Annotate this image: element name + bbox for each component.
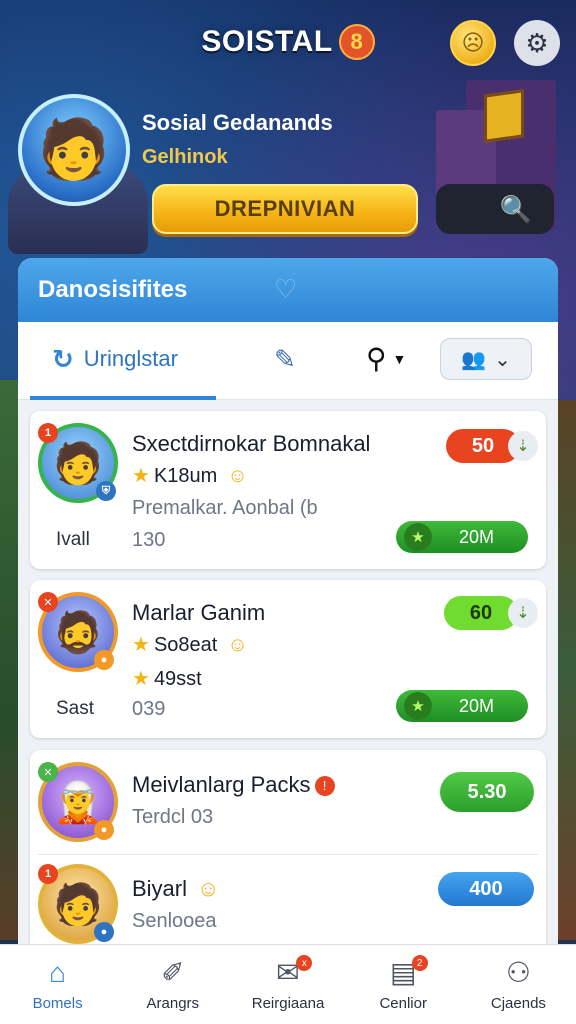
progress-bar[interactable]: ★ 20M	[396, 521, 528, 553]
smile-icon: ☺	[227, 465, 248, 487]
gear-icon[interactable]: ⚙	[514, 20, 560, 66]
notification-badge: 2	[411, 955, 428, 971]
item-number: 130	[132, 529, 166, 551]
badge-icon: ●	[94, 922, 114, 942]
nav-item-tags[interactable]: ✐ Arangrs	[115, 945, 230, 1024]
list-group: 🧝 ✕ ● Meivlanlarg Packs! Terdcl 03 5.30 …	[30, 750, 546, 958]
nav-item-messages[interactable]: ✉ x Reirgiaana	[230, 945, 345, 1024]
item-name[interactable]: Biyarl ☺	[132, 876, 219, 902]
item-stat-text: 49sst	[153, 668, 202, 690]
search-filter[interactable]: ⚲ ▼	[366, 342, 406, 375]
nav-item-home[interactable]: ⌂ Bomels	[0, 945, 115, 1024]
star-icon: ★	[132, 465, 150, 487]
item-label: Ivall	[56, 529, 90, 550]
search-button[interactable]: 🔍	[436, 184, 554, 234]
star-icon: ★	[132, 634, 150, 656]
arrow-icon: ⇣	[508, 431, 538, 461]
panel-header: Danosisifites ♡	[18, 258, 558, 322]
item-number: 039	[132, 698, 166, 720]
app-title: SOISTAL	[201, 25, 333, 58]
home-icon: ⌂	[49, 957, 67, 988]
user-icon: ⚇	[505, 957, 531, 988]
item-rating: ★ K18um ☺	[132, 463, 248, 488]
hero-action-button[interactable]: DREPNIVIAN	[152, 184, 418, 234]
panel-title: Danosisifites	[38, 276, 188, 303]
item-description: Senlooea	[132, 910, 217, 932]
item-name-text: Meivlanlarg Packs	[132, 772, 311, 797]
item-label: Sast	[56, 698, 95, 719]
nav-label: Reirgiaana	[251, 995, 325, 1012]
heart-icon: ♡	[274, 274, 298, 304]
star-icon: ★	[132, 668, 150, 690]
item-description: Premalkar. Aonbal (b	[132, 497, 318, 519]
item-rating-text: So8eat	[153, 634, 218, 656]
star-icon: ★	[404, 523, 432, 551]
item-rating-text: K18um	[153, 465, 218, 487]
progress-value: 20M	[458, 695, 494, 716]
main-panel: Danosisifites ♡ ↻ Uringlstar ✎ ⚲ ▼ 👥 ⌄ 🧑…	[18, 258, 558, 958]
nav-label: Bomels	[32, 995, 83, 1012]
star-icon: ★	[404, 692, 432, 720]
notification-badge: x	[296, 955, 313, 971]
hero-section: 🧑 Sosial Gedanands Gelhinok DREPNIVIAN 🔍	[0, 84, 576, 254]
edit-icon[interactable]: ✎	[274, 344, 296, 375]
badge-icon: ●	[94, 820, 114, 840]
tab-label: Uringlstar	[83, 346, 178, 371]
item-name: Sxectdirnokar Bomnakal	[132, 431, 371, 456]
title-badge: 8	[338, 24, 375, 60]
list-item[interactable]: 🧑 1 ⛨ Sxectdirnokar Bomnakal ★ K18um ☺ Pre…	[30, 411, 546, 569]
tab-bar: ↻ Uringlstar ✎ ⚲ ▼ 👥 ⌄	[18, 322, 558, 400]
nav-item-profile[interactable]: ⚇ Cjaends	[461, 945, 576, 1024]
progress-bar[interactable]: ★ 20M	[396, 690, 528, 722]
score-pill[interactable]: 400	[438, 872, 534, 906]
nav-label: Arangrs	[146, 995, 200, 1012]
score-pill[interactable]: 5.30	[440, 772, 534, 812]
score-pill[interactable]: 60	[444, 596, 518, 630]
item-name-text: Biyarl	[132, 876, 188, 901]
alert-icon: !	[314, 775, 335, 796]
coin-face-icon[interactable]: ☹	[450, 20, 496, 66]
progress-value: 20M	[458, 526, 494, 547]
item-rating: ★ So8eat ☺	[132, 632, 248, 657]
hero-name: Sosial Gedanands	[142, 110, 333, 135]
hero-avatar[interactable]: 🧑	[18, 94, 130, 206]
item-name: Marlar Ganim	[132, 600, 266, 625]
nav-label: Cjaends	[490, 995, 546, 1012]
item-name[interactable]: Meivlanlarg Packs!	[132, 772, 335, 798]
rank-badge: ✕	[38, 762, 58, 782]
arrow-icon: ⇣	[508, 598, 538, 628]
search-icon: ⚲	[366, 343, 387, 374]
search-icon: 🔍	[499, 193, 532, 224]
item-stat: ★ 49sst	[132, 666, 202, 691]
shield-icon: ⛨	[96, 481, 116, 501]
hero-subtitle: Gelhinok	[142, 146, 228, 168]
rank-badge: ✕	[38, 592, 58, 612]
rank-badge: 1	[38, 423, 58, 443]
people-icon: 👥	[461, 348, 487, 371]
smile-icon: ☺	[197, 876, 220, 901]
badge-icon: ●	[94, 650, 114, 670]
chevron-down-icon: ▼	[392, 350, 407, 367]
divider	[38, 854, 538, 855]
chevron-down-icon: ⌄	[494, 348, 511, 371]
tag-icon: ✐	[161, 957, 185, 988]
rank-badge: 1	[38, 864, 58, 884]
list-item[interactable]: 🧔 ✕ ● Marlar Ganim ★ So8eat ☺ ★ 49sst Sast …	[30, 580, 546, 738]
nav-label: Cenlior	[379, 995, 427, 1012]
nav-item-inbox[interactable]: ▤ 2 Cenlior	[346, 945, 461, 1024]
item-description: Terdcl 03	[132, 806, 214, 828]
smile-icon: ☺	[227, 634, 248, 656]
people-filter-button[interactable]: 👥 ⌄	[440, 338, 532, 380]
bottom-nav: ⌂ Bomels ✐ Arangrs ✉ x Reirgiaana ▤ 2 Ce…	[0, 944, 576, 1024]
refresh-icon: ↻	[52, 343, 74, 374]
top-bar: SOISTAL 8 ☹ ⚙	[0, 0, 576, 84]
tab-active[interactable]: ↻ Uringlstar	[30, 322, 216, 400]
